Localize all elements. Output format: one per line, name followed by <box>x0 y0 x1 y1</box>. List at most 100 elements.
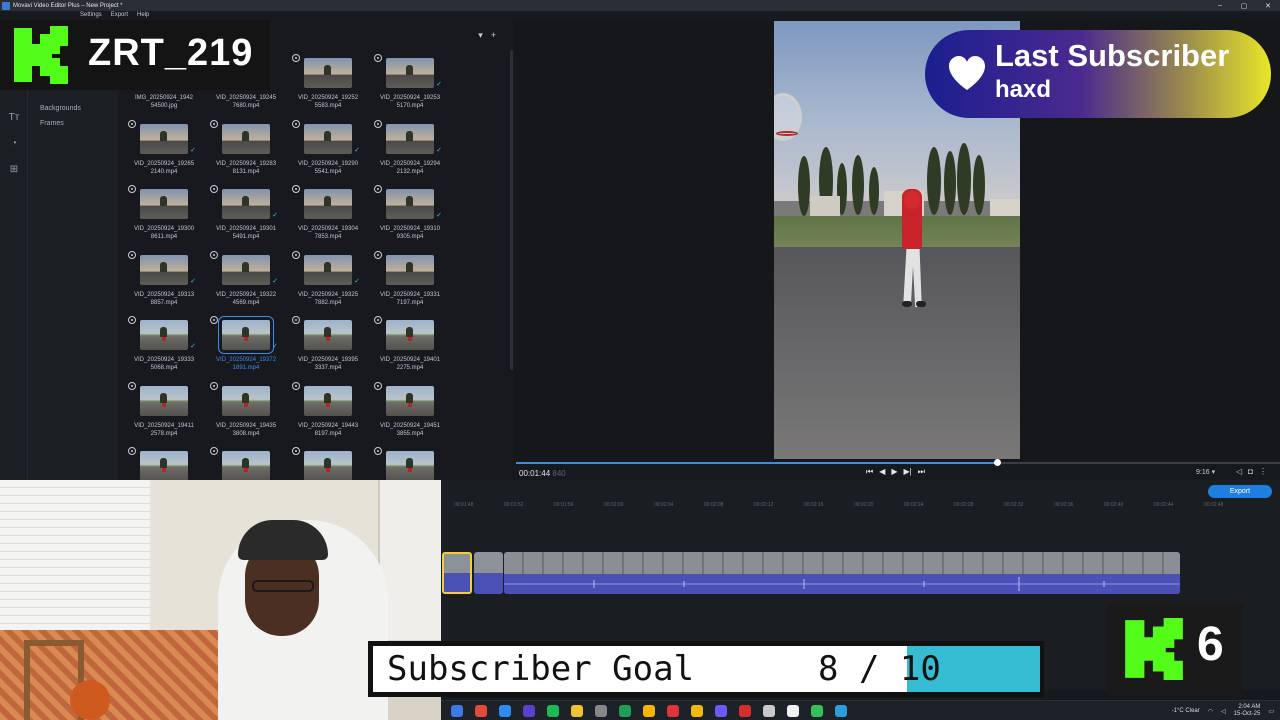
step-forward-icon[interactable]: ▶| <box>904 467 912 477</box>
minimize-icon[interactable]: – <box>1208 2 1232 10</box>
volume-icon[interactable]: ◁ <box>1236 467 1242 476</box>
nav-item-frames[interactable]: Frames <box>40 120 64 127</box>
media-file-tile[interactable]: ✓ VID_20250924_19253 5170.mp4 <box>374 54 446 118</box>
maximize-icon[interactable]: ▢ <box>1232 2 1256 10</box>
filter-icon[interactable]: ▾ <box>478 30 483 41</box>
taskbar-app-icon[interactable] <box>643 705 655 717</box>
timeline-main-clip[interactable] <box>504 552 1180 594</box>
select-radio-icon[interactable] <box>210 250 218 259</box>
media-file-tile[interactable]: ✓ VID_20250924_19265 2140.mp4 <box>128 119 200 184</box>
taskbar-app-icon[interactable] <box>715 705 727 717</box>
notifications-icon[interactable]: ▭ <box>1268 708 1274 715</box>
select-radio-icon[interactable] <box>374 185 382 193</box>
taskbar-app-icon[interactable] <box>619 705 631 717</box>
timeline-ruler[interactable]: 00:01:48 00:01:52 00:01:56 00:02:00 00:02:04… <box>440 500 1280 514</box>
select-radio-icon[interactable] <box>292 250 300 259</box>
select-radio-icon[interactable] <box>128 119 136 128</box>
taskbar-app-icon[interactable] <box>499 705 511 717</box>
select-radio-icon[interactable] <box>210 381 218 390</box>
playback-scrubber[interactable] <box>516 459 1280 466</box>
select-radio-icon[interactable] <box>210 316 218 324</box>
select-radio-icon[interactable] <box>374 316 382 324</box>
taskbar-app-icon[interactable] <box>811 705 823 717</box>
select-radio-icon[interactable] <box>292 381 300 390</box>
volume-tray-icon[interactable]: ◁ <box>1221 708 1226 715</box>
export-button[interactable]: Export <box>1208 485 1272 498</box>
media-file-tile[interactable] <box>292 447 364 480</box>
taskbar-app-icon[interactable] <box>787 705 799 717</box>
media-file-tile[interactable]: VID_20250924_19331 7197.mp4 <box>374 250 446 315</box>
taskbar-app-icon[interactable] <box>595 705 607 717</box>
taskbar-app-icon[interactable] <box>667 705 679 717</box>
media-file-tile[interactable]: VID_20250924_19252 5583.mp4 <box>292 54 364 118</box>
nav-item-backgrounds[interactable]: Backgrounds <box>40 105 81 112</box>
scrubber-handle[interactable] <box>994 459 1002 466</box>
media-file-tile[interactable]: VID_20250924_19451 3855.mp4 <box>374 381 446 446</box>
media-file-tile[interactable] <box>128 447 200 480</box>
media-file-tile[interactable]: VID_20250924_19435 3808.mp4 <box>210 381 282 446</box>
select-radio-icon[interactable] <box>292 54 300 62</box>
select-radio-icon[interactable] <box>374 119 382 128</box>
media-file-tile[interactable]: ✓ VID_20250924_19310 9305.mp4 <box>374 185 446 249</box>
taskbar-app-icon[interactable] <box>475 705 487 717</box>
select-radio-icon[interactable] <box>128 447 136 455</box>
text-tool-icon[interactable]: Tт <box>8 112 20 124</box>
step-back-icon[interactable]: ◀ <box>879 467 885 477</box>
taskbar-app-icon[interactable] <box>835 705 847 717</box>
media-file-tile[interactable]: VID_20250924_19283 8131.mp4 <box>210 119 282 184</box>
taskbar-app-icon[interactable] <box>523 705 535 717</box>
media-file-tile[interactable]: VID_20250924_19401 2275.mp4 <box>374 316 446 380</box>
media-file-tile[interactable]: ✓ VID_20250924_19333 5068.mp4 <box>128 316 200 380</box>
media-file-tile[interactable]: ✓ VID_20250924_19372 1891.mp4 <box>210 316 282 380</box>
media-file-tile[interactable]: VID_20250924_19300 8611.mp4 <box>128 185 200 249</box>
media-file-tile[interactable]: ✓ VID_20250924_19290 5541.mp4 <box>292 119 364 184</box>
more-icon[interactable]: ⋮ <box>1259 467 1267 476</box>
select-radio-icon[interactable] <box>292 447 300 455</box>
aspect-ratio-select[interactable]: 9:16 ▾ <box>1196 468 1215 476</box>
more-tools-icon[interactable]: ⊞ <box>8 164 20 176</box>
skip-end-icon[interactable]: ⏭ <box>918 467 925 477</box>
skip-start-icon[interactable]: ⏮ <box>866 467 873 477</box>
snapshot-icon[interactable]: ◘ <box>1248 467 1253 476</box>
select-radio-icon[interactable] <box>292 119 300 128</box>
select-radio-icon[interactable] <box>210 447 218 455</box>
close-icon[interactable]: ✕ <box>1256 2 1280 10</box>
select-radio-icon[interactable] <box>210 185 218 193</box>
taskbar-app-icon[interactable] <box>763 705 775 717</box>
timeline-clip[interactable] <box>474 552 503 594</box>
play-icon[interactable]: ▶ <box>891 467 897 477</box>
select-radio-icon[interactable] <box>128 185 136 193</box>
media-file-tile[interactable]: ✓ VID_20250924_19322 4569.mp4 <box>210 250 282 315</box>
media-file-tile[interactable]: VID_20250924_19443 8197.mp4 <box>292 381 364 446</box>
media-file-tile[interactable]: VID_20250924_19395 3337.mp4 <box>292 316 364 380</box>
media-file-tile[interactable]: VID_20250924_19411 2578.mp4 <box>128 381 200 446</box>
select-radio-icon[interactable] <box>374 54 382 62</box>
media-file-tile[interactable] <box>374 447 446 480</box>
media-file-tile[interactable]: ✓ VID_20250924_19301 5491.mp4 <box>210 185 282 249</box>
select-radio-icon[interactable] <box>292 185 300 193</box>
select-radio-icon[interactable] <box>292 316 300 324</box>
select-radio-icon[interactable] <box>128 381 136 390</box>
selected-timeline-clip[interactable] <box>442 552 472 594</box>
media-file-tile[interactable]: ✓ VID_20250924_19313 8857.mp4 <box>128 250 200 315</box>
taskbar-app-icon[interactable] <box>691 705 703 717</box>
select-radio-icon[interactable] <box>128 250 136 259</box>
select-radio-icon[interactable] <box>374 250 382 259</box>
media-file-tile[interactable]: ✓ VID_20250924_19294 2132.mp4 <box>374 119 446 184</box>
media-file-tile[interactable] <box>210 447 282 480</box>
select-radio-icon[interactable] <box>210 119 218 128</box>
media-file-tile[interactable]: VID_20250924_19304 7853.mp4 <box>292 185 364 249</box>
select-radio-icon[interactable] <box>374 447 382 455</box>
sticker-tool-icon[interactable]: ◔ <box>8 138 20 150</box>
taskbar-app-icon[interactable] <box>451 705 463 717</box>
select-radio-icon[interactable] <box>128 316 136 324</box>
taskbar-app-icon[interactable] <box>739 705 751 717</box>
taskbar-app-icon[interactable] <box>547 705 559 717</box>
select-radio-icon[interactable] <box>374 381 382 390</box>
network-icon[interactable]: ◠ <box>1208 708 1213 715</box>
taskbar-app-icon[interactable] <box>571 705 583 717</box>
media-file-tile[interactable]: ✓ VID_20250924_19325 7882.mp4 <box>292 250 364 315</box>
add-media-icon[interactable]: + <box>491 30 496 41</box>
media-scrollbar[interactable] <box>510 50 513 370</box>
clock[interactable]: 2:04 AM 15-Oct-25 <box>1234 704 1261 718</box>
